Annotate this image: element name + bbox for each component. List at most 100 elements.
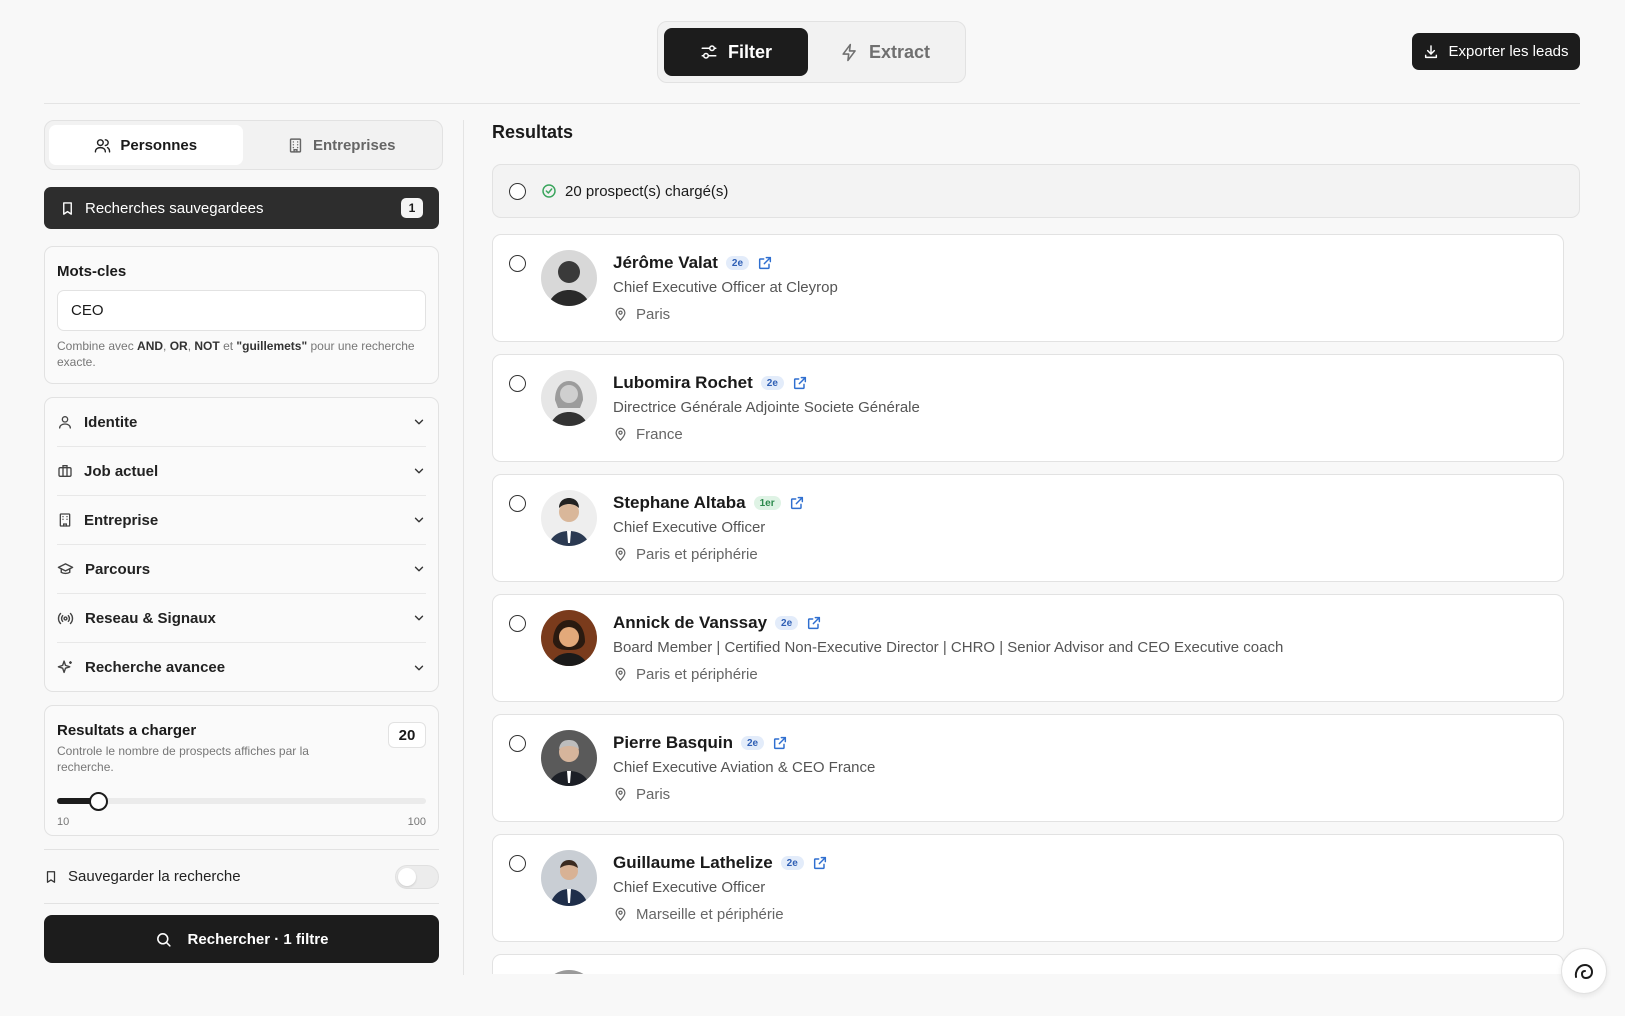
- user-icon: [57, 414, 73, 430]
- radio-icon: [57, 610, 74, 627]
- graduation-cap-icon: [57, 561, 74, 578]
- chevron-down-icon: [412, 464, 426, 478]
- results-to-load-title: Resultats a charger: [57, 722, 197, 739]
- connection-degree-badge: 2e: [760, 376, 784, 390]
- tab-entreprises[interactable]: Entreprises: [245, 125, 439, 165]
- filter-recherche-avancee[interactable]: Recherche avancee: [57, 643, 426, 692]
- bookmark-icon: [44, 870, 58, 884]
- list-item[interactable]: Stephane Altaba 1er Chief Executive Offi…: [492, 474, 1564, 582]
- filter-identite[interactable]: Identite: [57, 398, 426, 447]
- connection-degree-badge: 2e: [780, 856, 804, 870]
- results-slider[interactable]: [57, 792, 426, 812]
- person-location: France: [636, 426, 683, 443]
- person-title: Chief Executive Officer: [613, 519, 766, 536]
- results-to-load-card: Resultats a charger Controle le nombre d…: [44, 705, 439, 836]
- saved-searches-button[interactable]: Recherches sauvegardees 1: [44, 187, 439, 229]
- external-link-icon[interactable]: [772, 735, 788, 751]
- save-search-toggle[interactable]: [395, 864, 439, 889]
- select-radio[interactable]: [509, 255, 526, 272]
- filter-parcours[interactable]: Parcours: [57, 545, 426, 594]
- avatar: [541, 490, 597, 546]
- person-title: Chief Executive Officer at Cleyrop: [613, 279, 838, 296]
- save-search-label: Sauvegarder la recherche: [68, 868, 241, 885]
- results-title: Resultats: [492, 122, 574, 142]
- results-to-load-value[interactable]: 20: [388, 722, 426, 748]
- mode-switch: Filter Extract: [657, 21, 966, 83]
- filter-sections: Identite Job actuel Entreprise Parcours …: [44, 397, 439, 692]
- person-title: Chief Executive Officer: [613, 879, 766, 896]
- results-status-bar: 20 prospect(s) chargé(s): [492, 164, 1580, 218]
- header-divider: [44, 103, 1580, 104]
- filter-identite-label: Identite: [84, 413, 138, 431]
- external-link-icon[interactable]: [812, 855, 828, 871]
- search-button[interactable]: Rechercher · 1 filtre: [44, 915, 439, 963]
- connection-degree-badge: 2e: [725, 256, 750, 270]
- filter-job-actuel[interactable]: Job actuel: [57, 447, 426, 496]
- chevron-down-icon: [412, 415, 426, 429]
- bolt-icon: [840, 43, 859, 62]
- list-item[interactable]: Lubomira Rochet 2e Directrice Générale A…: [492, 354, 1564, 462]
- bookmark-icon: [60, 201, 75, 216]
- filter-entreprise-label: Entreprise: [84, 511, 159, 529]
- external-link-icon[interactable]: [757, 255, 773, 271]
- keywords-label: Mots-cles: [57, 263, 127, 280]
- building-icon: [287, 137, 304, 154]
- filter-reseau-signaux[interactable]: Reseau & Signaux: [57, 594, 426, 643]
- avatar: [541, 970, 597, 974]
- slider-track: [57, 798, 426, 804]
- saved-searches-label: Recherches sauvegardees: [85, 199, 264, 217]
- external-link-icon[interactable]: [789, 495, 805, 511]
- select-radio[interactable]: [509, 735, 526, 752]
- export-leads-label: Exporter les leads: [1448, 43, 1569, 60]
- person-location: Paris et périphérie: [636, 666, 758, 683]
- external-link-icon[interactable]: [792, 375, 808, 391]
- swirl-icon: [1572, 959, 1596, 983]
- list-item[interactable]: Annick de Vanssay 2e Board Member | Cert…: [492, 594, 1564, 702]
- list-item[interactable]: Jérôme Valat 2e Chief Executive Officer …: [492, 234, 1564, 342]
- connection-degree-badge: 1er: [753, 496, 781, 510]
- list-item[interactable]: Pierre Basquin 2e Chief Executive Aviati…: [492, 714, 1564, 822]
- results-status-text: 20 prospect(s) chargé(s): [565, 182, 729, 200]
- avatar: [541, 250, 597, 306]
- chevron-down-icon: [412, 661, 426, 675]
- person-location: Paris: [636, 786, 671, 803]
- filter-reseau-signaux-label: Reseau & Signaux: [85, 609, 216, 627]
- select-all-radio[interactable]: [509, 182, 526, 200]
- filter-job-actuel-label: Job actuel: [84, 462, 159, 480]
- select-radio[interactable]: [509, 855, 526, 872]
- connection-degree-badge: 2e: [775, 616, 799, 630]
- avatar: [541, 610, 597, 666]
- tab-personnes[interactable]: Personnes: [49, 125, 243, 165]
- sparkles-icon: [57, 659, 74, 676]
- person-name: Annick de Vanssay: [613, 613, 768, 632]
- list-item[interactable]: Guillaume Lathelize 2e Chief Executive O…: [492, 834, 1564, 942]
- person-location: Paris et périphérie: [636, 546, 758, 563]
- list-item-partial[interactable]: [492, 954, 1564, 974]
- filter-entreprise[interactable]: Entreprise: [57, 496, 426, 545]
- slider-thumb[interactable]: [89, 792, 108, 811]
- filter-recherche-avancee-label: Recherche avancee: [85, 659, 226, 676]
- select-radio[interactable]: [509, 495, 526, 512]
- person-location: Paris: [636, 306, 671, 323]
- avatar: [541, 370, 597, 426]
- keywords-card: Mots-cles Combine avec AND, OR, NOT et "…: [44, 246, 439, 384]
- check-circle-icon: [541, 183, 557, 199]
- extract-mode-button[interactable]: Extract: [812, 28, 958, 76]
- select-radio[interactable]: [509, 615, 526, 632]
- building-icon: [57, 512, 73, 528]
- assistant-fab-button[interactable]: [1561, 948, 1607, 994]
- person-name: Lubomira Rochet: [613, 373, 753, 392]
- select-radio[interactable]: [509, 375, 526, 392]
- download-icon: [1423, 44, 1439, 60]
- avatar: [541, 850, 597, 906]
- filter-mode-button[interactable]: Filter: [664, 28, 808, 76]
- tab-personnes-label: Personnes: [120, 136, 198, 154]
- keywords-input[interactable]: [57, 290, 426, 331]
- external-link-icon[interactable]: [806, 615, 822, 631]
- person-title: Chief Executive Aviation & CEO France: [613, 759, 876, 776]
- person-name: Pierre Basquin: [613, 733, 733, 752]
- export-leads-button[interactable]: Exporter les leads: [1412, 33, 1580, 70]
- map-pin-icon: [613, 547, 628, 562]
- chevron-down-icon: [412, 513, 426, 527]
- person-name: Guillaume Lathelize: [613, 853, 773, 872]
